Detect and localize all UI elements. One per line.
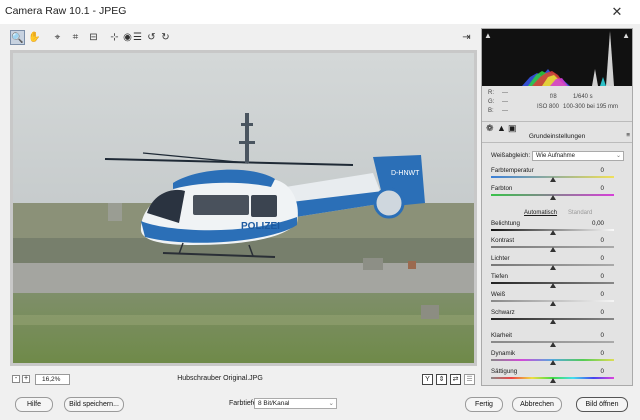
chevron-down-icon: ⌄ xyxy=(615,153,621,159)
slider-thumb[interactable] xyxy=(549,283,556,288)
photo: D-HNWT POLIZEI xyxy=(13,53,474,363)
chevron-down-icon: ⌄ xyxy=(328,400,334,407)
title-bar: Camera Raw 10.1 - JPEG ✕ xyxy=(0,0,640,24)
histogram-peak-2 xyxy=(606,31,614,86)
histogram-peak-1 xyxy=(592,69,598,86)
highlight-clipping-icon[interactable]: ▲ xyxy=(622,31,630,40)
slider-label: Tiefen xyxy=(491,273,508,280)
file-name: Hubschrauber Original.JPG xyxy=(177,375,263,382)
view-toggle-button[interactable]: ⇕ xyxy=(436,374,447,385)
save-image-button[interactable]: Bild speichern... xyxy=(64,397,124,412)
slider-value[interactable]: 0 xyxy=(601,273,604,280)
cancel-button[interactable]: Abbrechen xyxy=(512,397,562,412)
slider-value[interactable]: 0 xyxy=(601,368,604,375)
slider-label: Schwarz xyxy=(491,309,515,316)
depth-value: 8 Bit/Kanal xyxy=(258,400,290,407)
helicopter-label: POLIZEI xyxy=(241,221,280,232)
slider-value[interactable]: 0 xyxy=(601,167,604,174)
image-info: R: --- G: --- B: --- f/8 1/640 s ISO 800… xyxy=(482,88,632,118)
section-header: Grundeinstellungen ≡ xyxy=(482,132,632,143)
default-button[interactable]: Standard xyxy=(568,210,592,216)
slider-thumb[interactable] xyxy=(549,265,556,270)
slider-label: Belichtung xyxy=(491,220,520,227)
iso: ISO 800 xyxy=(537,104,560,110)
zoom-in-button[interactable]: + xyxy=(22,375,30,383)
panel-tabs: ❁ ▲ ▣ xyxy=(482,121,632,133)
slider-thumb[interactable] xyxy=(549,247,556,252)
slider-value[interactable]: 0 xyxy=(601,332,604,339)
r-label: R: xyxy=(488,90,494,96)
fullscreen-icon[interactable]: ⇥ xyxy=(459,30,474,45)
done-button[interactable]: Fertig xyxy=(465,397,503,412)
shutter-speed: 1/640 s xyxy=(573,94,593,100)
eyedropper-icon[interactable]: ⌖ xyxy=(50,30,65,45)
rotate-right-icon[interactable]: ↻ xyxy=(158,30,173,45)
rotate-left-icon[interactable]: ↺ xyxy=(144,30,159,45)
zoom-level-select[interactable]: 16,2% xyxy=(35,374,70,385)
slider-value[interactable]: 0,00 xyxy=(592,220,604,227)
slider-value[interactable]: 0 xyxy=(601,291,604,298)
slider-label: Weiß xyxy=(491,291,506,298)
slider-value[interactable]: 0 xyxy=(601,237,604,244)
shadow-clipping-icon[interactable]: ▲ xyxy=(484,31,492,40)
tail-registration: D-HNWT xyxy=(391,170,420,177)
depth-select[interactable]: 8 Bit/Kanal ⌄ xyxy=(254,398,337,409)
slider-label: Klarheit xyxy=(491,332,512,339)
crop-icon[interactable]: ⌗ xyxy=(68,30,83,45)
slider-thumb[interactable] xyxy=(549,378,556,383)
b-value: --- xyxy=(502,108,508,114)
white-balance-select[interactable]: Wie Aufnahme ⌄ xyxy=(532,151,624,161)
close-icon[interactable]: ✕ xyxy=(594,0,640,24)
histogram: ▲ ▲ xyxy=(482,29,632,86)
list-icon[interactable]: ☰ xyxy=(130,30,145,45)
slider-thumb[interactable] xyxy=(549,177,556,182)
panel-menu-icon[interactable]: ≡ xyxy=(626,132,630,139)
slider-label: Dynamik xyxy=(491,350,516,357)
slider-value[interactable]: 0 xyxy=(601,185,604,192)
b-label: B: xyxy=(488,108,494,114)
straighten-icon[interactable]: ⊟ xyxy=(86,30,101,45)
slider-value[interactable]: 0 xyxy=(601,350,604,357)
view-swap-button[interactable]: ⇄ xyxy=(450,374,461,385)
view-settings-button[interactable]: ☰ xyxy=(464,374,475,385)
slider-thumb[interactable] xyxy=(549,195,556,200)
r-value: --- xyxy=(502,90,508,96)
adjustment-panel: ▲ ▲ R: --- G: --- B: --- f/8 1/640 s ISO… xyxy=(481,28,633,386)
slider-value[interactable]: 0 xyxy=(601,309,604,316)
slider-label: Farbtemperatur xyxy=(491,167,534,174)
slider-thumb[interactable] xyxy=(549,230,556,235)
slider-thumb[interactable] xyxy=(549,319,556,324)
slider-label: Kontrast xyxy=(491,237,515,244)
hand-tool-icon[interactable]: ✋ xyxy=(27,30,42,45)
g-label: G: xyxy=(488,99,495,105)
histogram-cyan xyxy=(600,77,606,86)
slider-label: Lichter xyxy=(491,255,510,262)
white-balance-label: Weißabgleich: xyxy=(491,152,531,159)
tone-curve-tab-icon[interactable]: ▲ xyxy=(497,123,506,133)
zoom-tool-icon[interactable]: 🔍 xyxy=(10,30,25,45)
window-title: Camera Raw 10.1 - JPEG xyxy=(5,5,127,17)
g-value: --- xyxy=(502,99,508,105)
aperture: f/8 xyxy=(550,94,557,100)
open-image-button[interactable]: Bild öffnen xyxy=(576,397,628,412)
image-preview[interactable]: D-HNWT POLIZEI xyxy=(10,50,477,366)
slider-thumb[interactable] xyxy=(549,342,556,347)
histogram-graph xyxy=(522,31,614,86)
toolbar: 🔍 ✋ ⌖ ⌗ ⊟ ⊹ ◉ ☰ ↺ ↻ ⇥ xyxy=(10,28,480,48)
lens-info: 100-300 bei 195 mm xyxy=(563,104,619,110)
help-button[interactable]: Hilfe xyxy=(15,397,53,412)
white-balance-value: Wie Aufnahme xyxy=(536,153,576,159)
auto-button[interactable]: Automatisch xyxy=(524,210,557,216)
slider-thumb[interactable] xyxy=(549,301,556,306)
slider-label: Farbton xyxy=(491,185,513,192)
slider-value[interactable]: 0 xyxy=(601,255,604,262)
status-bar: - + 16,2% Hubschrauber Original.JPG Y ⇕ … xyxy=(10,373,477,387)
zoom-out-button[interactable]: - xyxy=(12,375,20,383)
bottom-bar: Hilfe Bild speichern... Farbtiefe: 8 Bit… xyxy=(0,392,640,420)
slider-label: Sättigung xyxy=(491,368,518,375)
section-title: Grundeinstellungen xyxy=(528,133,586,140)
slider-thumb[interactable] xyxy=(549,360,556,365)
view-y-button[interactable]: Y xyxy=(422,374,433,385)
helicopter-photo: D-HNWT POLIZEI xyxy=(13,53,474,363)
